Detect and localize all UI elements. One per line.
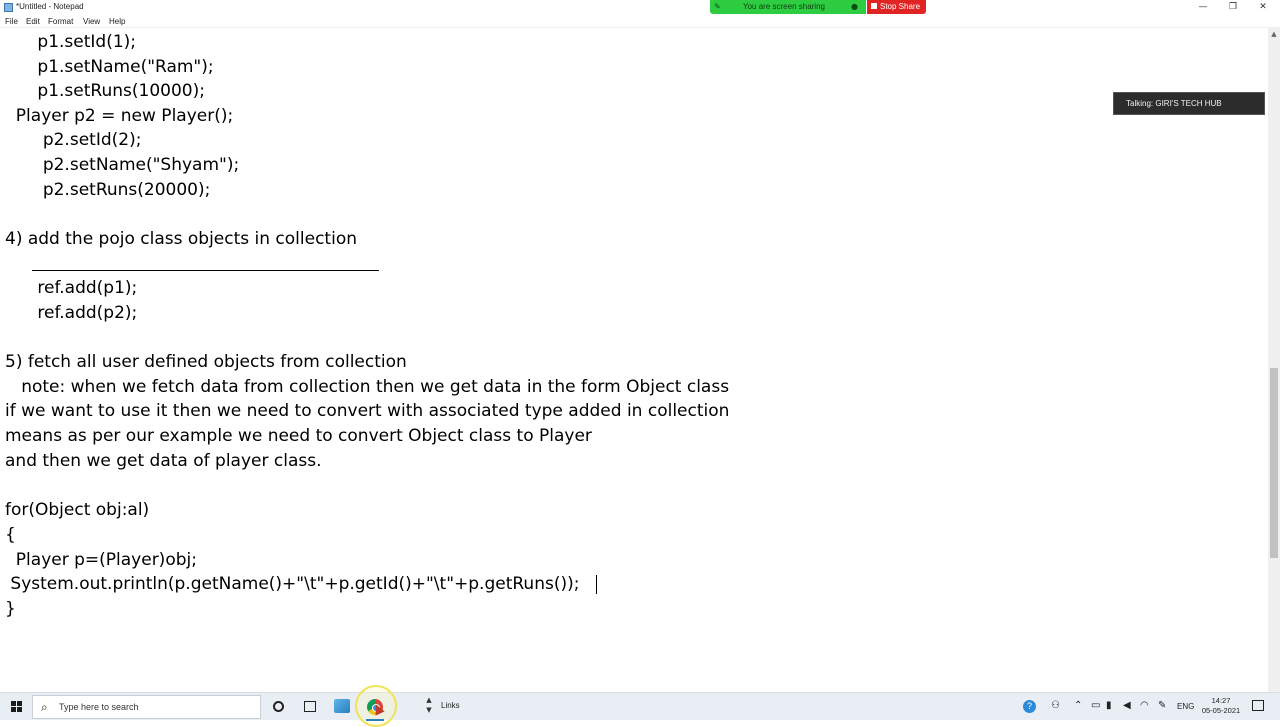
pen-icon[interactable]: ✎ <box>1158 700 1166 711</box>
editor-line: ref.add(p1); <box>5 278 138 298</box>
shield-icon: ● <box>851 2 858 11</box>
notepad-icon <box>4 3 13 12</box>
screen-share-text: You are screen sharing <box>743 2 825 11</box>
clock-time: 14:27 <box>1211 696 1231 705</box>
power-icon[interactable]: ▮ <box>1106 700 1112 711</box>
taskbar-search-input[interactable]: ⌕ Type here to search <box>32 695 261 719</box>
title-bar: *Untitled - Notepad — ❐ ✕ <box>0 0 1280 15</box>
screen-share-bar: ✎ You are screen sharing ● Stop Share <box>710 0 926 14</box>
help-icon[interactable]: ? <box>1023 700 1036 713</box>
scroll-thumb[interactable] <box>1270 368 1278 558</box>
editor-line: means as per our example we need to conv… <box>5 426 592 446</box>
editor-line: and then we get data of player class. <box>5 451 322 471</box>
menu-format[interactable]: Format <box>48 17 73 26</box>
editor-line: for(Object obj:al) <box>5 500 150 520</box>
stop-share-label: Stop Share <box>880 2 921 11</box>
display-icon[interactable]: ▭ <box>1091 700 1100 711</box>
paint-app-icon[interactable] <box>334 699 350 713</box>
people-icon[interactable]: ⚇ <box>1051 700 1060 711</box>
task-view-icon[interactable] <box>304 701 316 712</box>
editor-line: { <box>5 525 16 545</box>
stop-icon <box>871 3 877 9</box>
minimize-button[interactable]: — <box>1188 0 1218 15</box>
maximize-button[interactable]: ❐ <box>1218 0 1248 15</box>
wifi-icon[interactable]: ◠ <box>1140 700 1149 711</box>
divider-line <box>32 270 379 271</box>
editor-line: Player p=(Player)obj; <box>5 550 197 570</box>
menu-view[interactable]: View <box>83 17 100 26</box>
editor-line: p2.setName("Shyam"); <box>5 155 240 175</box>
clock-date: 05-05-2021 <box>1201 706 1241 715</box>
menu-help[interactable]: Help <box>109 17 125 26</box>
language-indicator[interactable]: ENG <box>1177 702 1194 711</box>
vertical-scrollbar[interactable]: ▲ <box>1268 28 1280 692</box>
text-caret <box>596 575 597 594</box>
active-app-indicator <box>366 719 384 721</box>
menu-edit[interactable]: Edit <box>26 17 40 26</box>
start-button[interactable] <box>0 693 32 721</box>
editor-line: 5) fetch all user defined objects from c… <box>5 352 407 372</box>
links-toolbar[interactable]: Links <box>441 701 460 710</box>
cortana-icon[interactable] <box>273 701 284 712</box>
talking-indicator: Talking: GIRI'S TECH HUB <box>1113 92 1265 115</box>
taskbar: ⌕ Type here to search ▲ ▼ Links ? ⚇ ⌃ ▭ ▮… <box>0 685 1280 727</box>
tray-overflow-icon[interactable]: ⌃ <box>1074 700 1082 711</box>
volume-icon[interactable]: ◀ <box>1123 700 1131 711</box>
share-icon: ✎ <box>714 2 721 11</box>
screen-share-status: ✎ You are screen sharing ● <box>710 0 866 14</box>
close-button[interactable]: ✕ <box>1248 0 1278 15</box>
editor-line: p1.setRuns(10000); <box>5 81 205 101</box>
editor-line: 4) add the pojo class objects in collect… <box>5 229 357 249</box>
editor-line: System.out.println(p.getName()+"\t"+p.ge… <box>5 574 580 594</box>
editor-line: p1.setId(1); <box>5 32 137 52</box>
toolbar-expand-icon[interactable]: ▲ ▼ <box>424 695 434 715</box>
notification-icon[interactable] <box>1252 700 1264 711</box>
editor-line: if we want to use it then we need to con… <box>5 401 730 421</box>
window-title: *Untitled - Notepad <box>16 2 84 11</box>
clock[interactable]: 14:27 05-05-2021 <box>1200 696 1242 716</box>
editor-line: p2.setId(2); <box>5 130 142 150</box>
editor-line: p1.setName("Ram"); <box>5 57 214 77</box>
editor-line: } <box>5 599 16 619</box>
menu-file[interactable]: File <box>5 17 18 26</box>
editor-line: Player p2 = new Player(); <box>5 106 234 126</box>
windows-start-icon <box>11 701 22 712</box>
notepad-window: *Untitled - Notepad — ❐ ✕ File Edit Form… <box>0 0 1280 692</box>
search-placeholder: Type here to search <box>59 702 139 712</box>
scroll-up-arrow-icon[interactable]: ▲ <box>1268 28 1280 40</box>
editor-line: p2.setRuns(20000); <box>5 180 211 200</box>
text-editor[interactable]: p1.setId(1); p1.setName("Ram"); p1.setRu… <box>0 28 1268 692</box>
stop-share-button[interactable]: Stop Share <box>867 0 926 14</box>
menu-bar: File Edit Format View Help <box>0 15 1280 28</box>
editor-line: ref.add(p2); <box>5 303 138 323</box>
editor-line: note: when we fetch data from collection… <box>5 377 730 397</box>
search-icon: ⌕ <box>41 700 48 714</box>
